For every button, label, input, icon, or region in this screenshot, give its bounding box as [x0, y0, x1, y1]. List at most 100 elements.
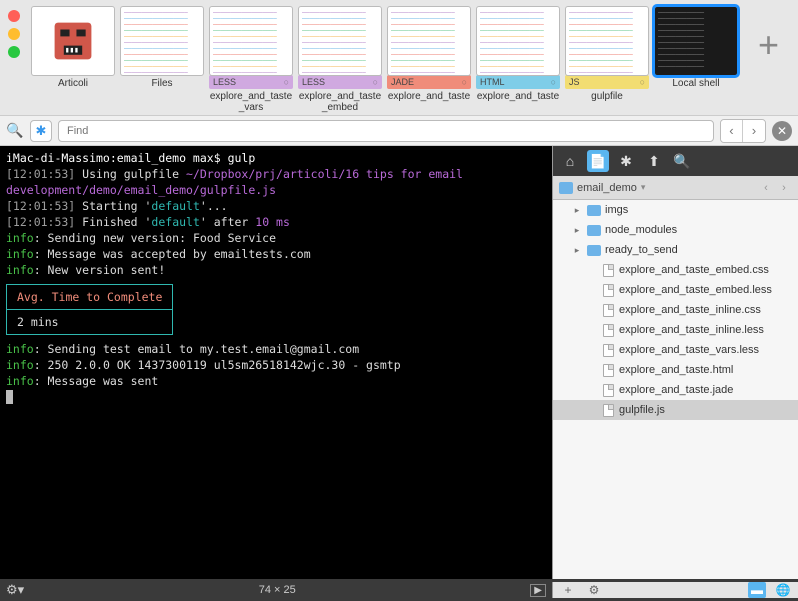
file-tree: ▸imgs▸node_modules▸ready_to_sendexplore_…: [553, 200, 798, 579]
tab-label: explore_and_taste: [387, 89, 471, 113]
minimize-window-icon[interactable]: [8, 28, 20, 40]
chevron-right-icon: ▸: [571, 225, 583, 236]
file-icon: [601, 283, 615, 297]
tab-4[interactable]: ────────────────────────────────────────…: [386, 6, 472, 113]
file-row[interactable]: explore_and_taste_vars.less: [553, 340, 798, 360]
tab-close-icon[interactable]: ○: [373, 77, 378, 87]
tab-0[interactable]: Articoli: [30, 6, 116, 113]
side-panel: ⌂ 📄 ✱ ⬆ 🔍 email_demo ▾ ‹ › ▸imgs▸node_mo…: [552, 146, 798, 579]
side-toolbar: ⌂ 📄 ✱ ⬆ 🔍: [553, 146, 798, 176]
tab-label: explore_and_taste_vars: [209, 89, 293, 113]
folder-name: node_modules: [605, 224, 677, 236]
file-icon: [601, 363, 615, 377]
tab-label: Articoli: [31, 76, 115, 100]
search-icon[interactable]: 🔍: [6, 122, 24, 139]
tab-close-icon[interactable]: ○: [284, 77, 289, 87]
tab-type-badge: JADE○: [387, 75, 471, 89]
file-icon: [601, 383, 615, 397]
terminal[interactable]: iMac-di-Massimo:email_demo max$ gulp[12:…: [0, 146, 552, 579]
file-row[interactable]: explore_and_taste_embed.less: [553, 280, 798, 300]
breadcrumb-folder: email_demo: [577, 182, 637, 194]
tab-label: Files: [120, 76, 204, 100]
history-back-button[interactable]: ‹: [758, 182, 774, 194]
file-row[interactable]: gulpfile.js: [553, 400, 798, 420]
tab-thumbnail: ────────────────────────────────────────…: [565, 6, 649, 76]
history-fwd-button[interactable]: ›: [776, 182, 792, 194]
file-row[interactable]: explore_and_taste.html: [553, 360, 798, 380]
folder-row[interactable]: ▸ node_modules: [553, 220, 798, 240]
upload-icon[interactable]: ⬆: [643, 150, 665, 172]
tab-3[interactable]: ────────────────────────────────────────…: [297, 6, 383, 113]
file-name: explore_and_taste.html: [619, 364, 733, 376]
file-name: explore_and_taste_inline.less: [619, 324, 764, 336]
searchbar: 🔍 ✱ ‹ › ✕: [0, 116, 798, 146]
zoom-window-icon[interactable]: [8, 46, 20, 58]
statusbar: ⚙▾ 74 × 25 ▶ + ⚙ ▬ 🌐: [0, 579, 798, 601]
tab-label: explore_and_taste_embed: [298, 89, 382, 113]
files-view-icon[interactable]: 📄: [587, 150, 609, 172]
file-name: gulpfile.js: [619, 404, 665, 416]
file-name: explore_and_taste_embed.less: [619, 284, 772, 296]
close-search-button[interactable]: ✕: [772, 121, 792, 141]
add-tab-button[interactable]: +: [743, 6, 794, 66]
add-file-button[interactable]: +: [559, 582, 577, 598]
tab-label: Local shell: [654, 76, 738, 100]
folder-icon: [587, 225, 601, 236]
find-next-button[interactable]: ›: [743, 120, 765, 142]
tab-5[interactable]: ────────────────────────────────────────…: [475, 6, 561, 113]
tab-strip: Articoli────────────────────────────────…: [0, 0, 798, 116]
find-nav: ‹ ›: [720, 119, 766, 143]
tab-type-badge: LESS○: [209, 75, 293, 89]
tab-thumbnail: [31, 6, 115, 76]
folder-row[interactable]: ▸imgs: [553, 200, 798, 220]
tab-type-badge: LESS○: [298, 75, 382, 89]
chevron-down-icon: ▾: [641, 182, 646, 193]
file-settings-button[interactable]: ⚙: [585, 582, 603, 598]
expand-icon[interactable]: ▶: [530, 584, 546, 597]
tab-close-icon[interactable]: ○: [462, 77, 467, 87]
tab-label: explore_and_taste: [476, 89, 560, 113]
tab-2[interactable]: ────────────────────────────────────────…: [208, 6, 294, 113]
terminal-cursor: [6, 390, 13, 404]
tab-thumbnail: ────────────────────────────────────────…: [298, 6, 382, 76]
gear-icon[interactable]: ⚙▾: [6, 582, 24, 598]
chevron-right-icon: ▸: [571, 245, 583, 256]
tab-label: gulpfile: [565, 89, 649, 113]
file-name: explore_and_taste_embed.css: [619, 264, 769, 276]
folder-name: ready_to_send: [605, 244, 678, 256]
tab-thumbnail: ────────────────────────────────────────…: [654, 6, 738, 76]
tab-close-icon[interactable]: ○: [551, 77, 556, 87]
find-input[interactable]: [58, 120, 714, 142]
find-prev-button[interactable]: ‹: [721, 120, 743, 142]
tab-6[interactable]: ────────────────────────────────────────…: [564, 6, 650, 113]
tab-thumbnail: ────────────────────────────────────────…: [387, 6, 471, 76]
file-row[interactable]: explore_and_taste_embed.css: [553, 260, 798, 280]
home-icon[interactable]: ⌂: [559, 150, 581, 172]
breadcrumb[interactable]: email_demo ▾ ‹ ›: [553, 176, 798, 200]
tab-1[interactable]: ────────────────────────────────────────…: [119, 6, 205, 113]
file-row[interactable]: explore_and_taste_inline.css: [553, 300, 798, 320]
extensions-icon[interactable]: ✱: [615, 150, 637, 172]
file-icon: [601, 263, 615, 277]
file-name: explore_and_taste.jade: [619, 384, 733, 396]
close-window-icon[interactable]: [8, 10, 20, 22]
file-name: explore_and_taste_inline.css: [619, 304, 761, 316]
chevron-right-icon: ▸: [571, 205, 583, 216]
preview-icon[interactable]: 🔍: [671, 150, 693, 172]
tab-thumbnail: ────────────────────────────────────────…: [209, 6, 293, 76]
terminal-size: 74 × 25: [34, 584, 520, 596]
file-row[interactable]: explore_and_taste.jade: [553, 380, 798, 400]
tab-close-icon[interactable]: ○: [640, 77, 645, 87]
tab-type-badge: HTML○: [476, 75, 560, 89]
terminal-stats-table: Avg. Time to Complete2 mins: [6, 284, 173, 335]
remote-view-button[interactable]: 🌐: [774, 582, 792, 598]
file-name: explore_and_taste_vars.less: [619, 344, 759, 356]
file-icon: [601, 403, 615, 417]
local-view-button[interactable]: ▬: [748, 582, 766, 598]
file-row[interactable]: explore_and_taste_inline.less: [553, 320, 798, 340]
folder-icon: [587, 245, 601, 256]
folder-icon: [559, 182, 573, 194]
folder-row[interactable]: ▸ ready_to_send: [553, 240, 798, 260]
tab-7[interactable]: ────────────────────────────────────────…: [653, 6, 739, 113]
regex-toggle-button[interactable]: ✱: [30, 120, 52, 142]
